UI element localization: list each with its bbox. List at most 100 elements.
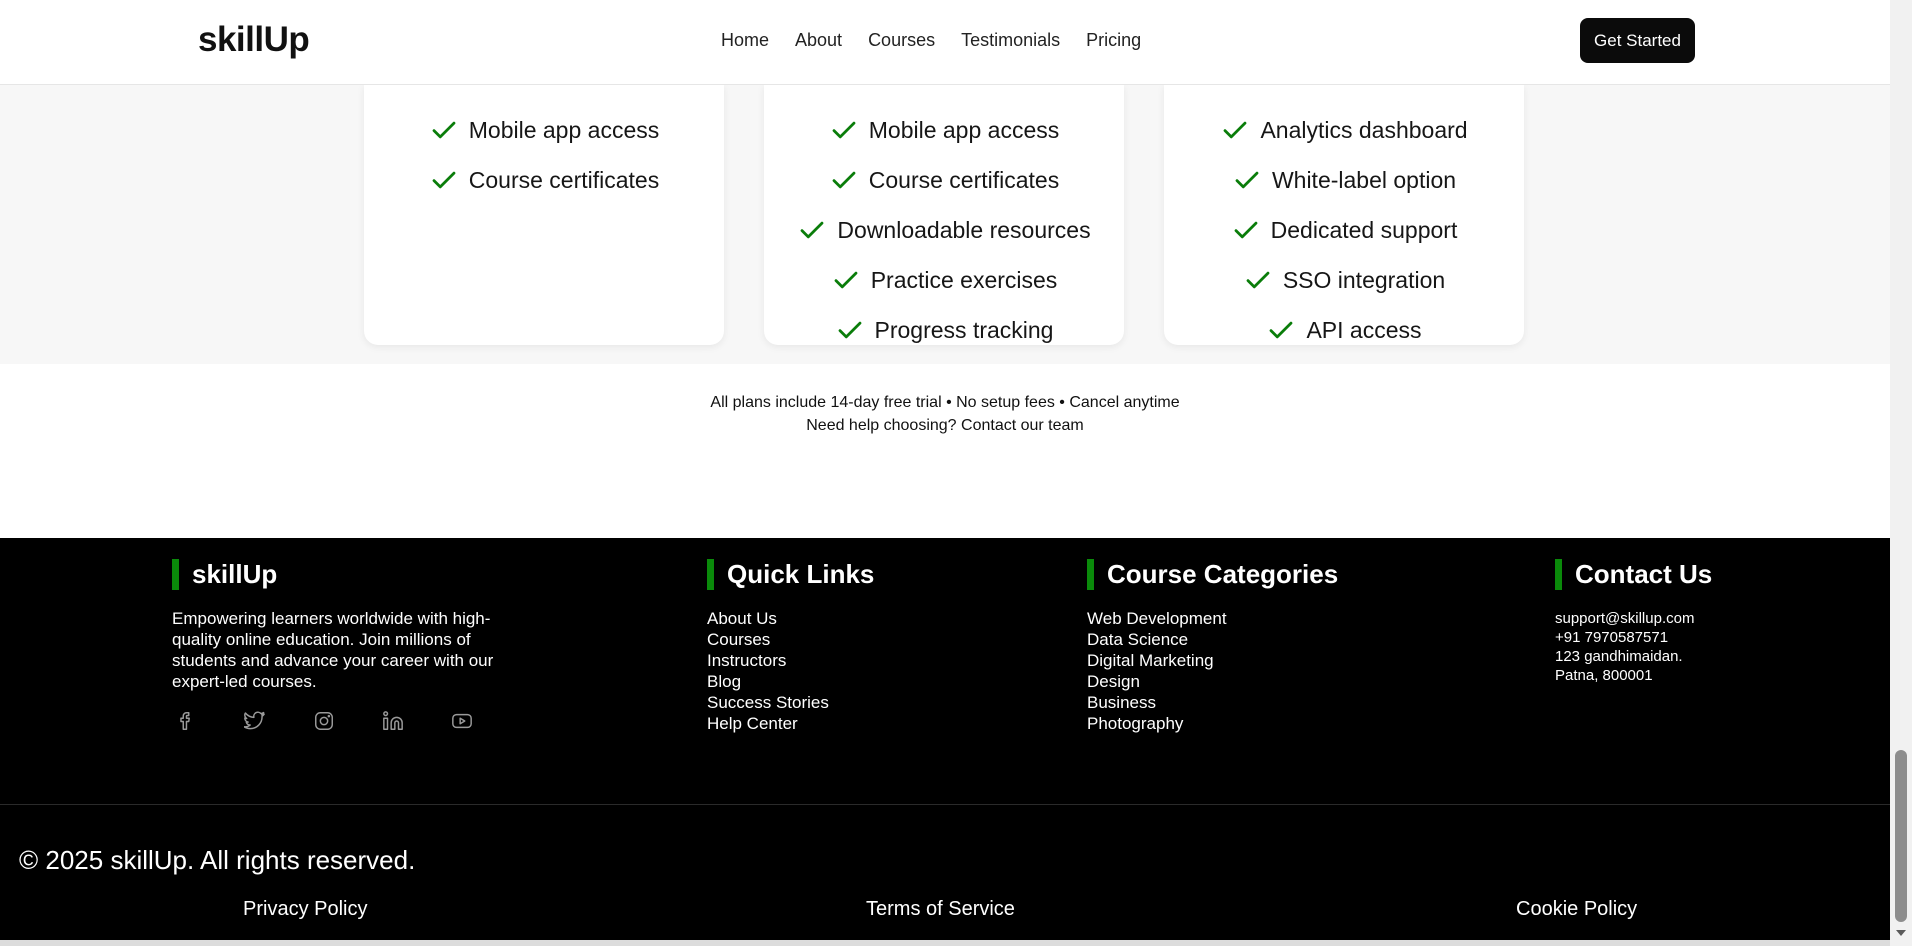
feature-item: Course certificates (364, 155, 724, 205)
contact-email[interactable]: support@skillup.com (1555, 609, 1712, 628)
site-footer: skillUp Empowering learners worldwide wi… (0, 538, 1890, 946)
feature-item: API access (1164, 305, 1524, 355)
footer-contact-column: Contact Us support@skillup.com +91 79705… (1555, 558, 1712, 685)
feature-label: SSO integration (1282, 266, 1446, 293)
scrollbar-thumb[interactable] (1895, 750, 1907, 922)
link-blog[interactable]: Blog (707, 671, 874, 692)
category-data-science[interactable]: Data Science (1087, 629, 1338, 650)
check-icon (1231, 215, 1261, 245)
feature-label: Analytics dashboard (1260, 116, 1468, 143)
contact-phone[interactable]: +91 7970587571 (1555, 628, 1712, 647)
check-icon (429, 165, 459, 195)
scroll-down-arrow-icon[interactable] (1896, 930, 1906, 936)
categories-title: Course Categories (1107, 558, 1339, 589)
feature-label: Mobile app access (868, 116, 1060, 143)
nav-testimonials[interactable]: Testimonials (961, 30, 1060, 51)
horizontal-scrollbar[interactable] (0, 940, 1890, 946)
feature-label: Practice exercises (870, 266, 1058, 293)
copyright: © 2025 skillUp. All rights reserved. (19, 845, 416, 875)
heading-accent-bar (1555, 558, 1562, 590)
categories-list: Web Development Data Science Digital Mar… (1087, 608, 1338, 734)
feature-label: White-label option (1271, 166, 1457, 193)
page-viewport: skillUp Home About Courses Testimonials … (0, 0, 1890, 946)
feature-label: Mobile app access (468, 116, 660, 143)
feature-item: Practice exercises (764, 255, 1124, 305)
nav-about[interactable]: About (795, 30, 842, 51)
main-nav: Home About Courses Testimonials Pricing (721, 30, 1141, 51)
cookie-policy-link[interactable]: Cookie Policy (1516, 898, 1637, 921)
quick-links-title: Quick Links (727, 558, 875, 589)
feature-item: Downloadable resources (764, 205, 1124, 255)
category-design[interactable]: Design (1087, 671, 1338, 692)
feature-item: Course certificates (764, 155, 1124, 205)
check-icon (1266, 315, 1296, 345)
nav-home[interactable]: Home (721, 30, 769, 51)
nav-pricing[interactable]: Pricing (1086, 30, 1141, 51)
quick-links-heading: Quick Links (707, 558, 874, 590)
help-note[interactable]: Need help choosing? Contact our team (0, 417, 1890, 435)
contact-address-line1: 123 gandhimaidan. (1555, 648, 1683, 665)
feature-label: API access (1306, 316, 1422, 343)
check-icon (797, 215, 827, 245)
footer-quick-links-column: Quick Links About Us Courses Instructors… (707, 558, 874, 734)
link-success-stories[interactable]: Success Stories (707, 692, 874, 713)
footer-description: Empowering learners worldwide with high-… (172, 609, 494, 691)
feature-item: Dedicated support (1164, 205, 1524, 255)
feature-item: Mobile app access (764, 105, 1124, 155)
footer-brand-heading: skillUp (172, 558, 497, 590)
get-started-button[interactable]: Get Started (1580, 18, 1695, 63)
footer-brand-column: skillUp Empowering learners worldwide wi… (172, 558, 497, 732)
feature-label: Course certificates (468, 166, 660, 193)
instagram-icon[interactable] (313, 710, 335, 732)
footer-categories-column: Course Categories Web Development Data S… (1087, 558, 1338, 734)
footer-brand-title: skillUp (192, 558, 278, 589)
link-about-us[interactable]: About Us (707, 608, 874, 629)
feature-label: Progress tracking (874, 316, 1054, 343)
heading-accent-bar (707, 558, 714, 590)
check-icon (1232, 165, 1262, 195)
feature-item: Progress tracking (764, 305, 1124, 355)
twitter-icon[interactable] (243, 710, 266, 732)
vertical-scrollbar[interactable] (1890, 0, 1912, 946)
footer-divider (0, 804, 1890, 805)
pricing-section: Mobile app access Course certificates Mo… (0, 85, 1890, 538)
pricing-card-enterprise: Analytics dashboard White-label option D… (1164, 85, 1524, 345)
category-photography[interactable]: Photography (1087, 713, 1338, 734)
feature-label: Dedicated support (1270, 216, 1458, 243)
quick-links-list: About Us Courses Instructors Blog Succes… (707, 608, 874, 734)
feature-item: Mobile app access (364, 105, 724, 155)
link-help-center[interactable]: Help Center (707, 713, 874, 734)
site-header: skillUp Home About Courses Testimonials … (0, 0, 1890, 85)
category-web-development[interactable]: Web Development (1087, 608, 1338, 629)
privacy-policy-link[interactable]: Privacy Policy (243, 898, 367, 921)
heading-accent-bar (1087, 558, 1094, 590)
feature-item: White-label option (1164, 155, 1524, 205)
check-icon (1220, 115, 1250, 145)
check-icon (829, 115, 859, 145)
youtube-icon[interactable] (451, 710, 473, 732)
linkedin-icon[interactable] (382, 710, 404, 732)
facebook-icon[interactable] (175, 710, 197, 732)
feature-item: Analytics dashboard (1164, 105, 1524, 155)
category-business[interactable]: Business (1087, 692, 1338, 713)
feature-item: SSO integration (1164, 255, 1524, 305)
logo[interactable]: skillUp (198, 20, 310, 60)
check-icon (429, 115, 459, 145)
feature-label: Course certificates (868, 166, 1060, 193)
link-courses[interactable]: Courses (707, 629, 874, 650)
check-icon (835, 315, 865, 345)
plans-note: All plans include 14-day free trial • No… (710, 394, 1180, 411)
nav-courses[interactable]: Courses (868, 30, 935, 51)
categories-heading: Course Categories (1087, 558, 1338, 590)
pricing-card-basic: Mobile app access Course certificates (364, 85, 724, 345)
contact-title: Contact Us (1575, 558, 1713, 589)
category-digital-marketing[interactable]: Digital Marketing (1087, 650, 1338, 671)
check-icon (831, 265, 861, 295)
contact-heading: Contact Us (1555, 558, 1712, 590)
contact-address-line2: Patna, 800001 (1555, 667, 1653, 684)
heading-accent-bar (172, 558, 179, 590)
link-instructors[interactable]: Instructors (707, 650, 874, 671)
contact-details: support@skillup.com +91 7970587571 123 g… (1555, 609, 1712, 685)
pricing-card-pro: Mobile app access Course certificates Do… (764, 85, 1124, 345)
terms-of-service-link[interactable]: Terms of Service (866, 898, 1015, 921)
